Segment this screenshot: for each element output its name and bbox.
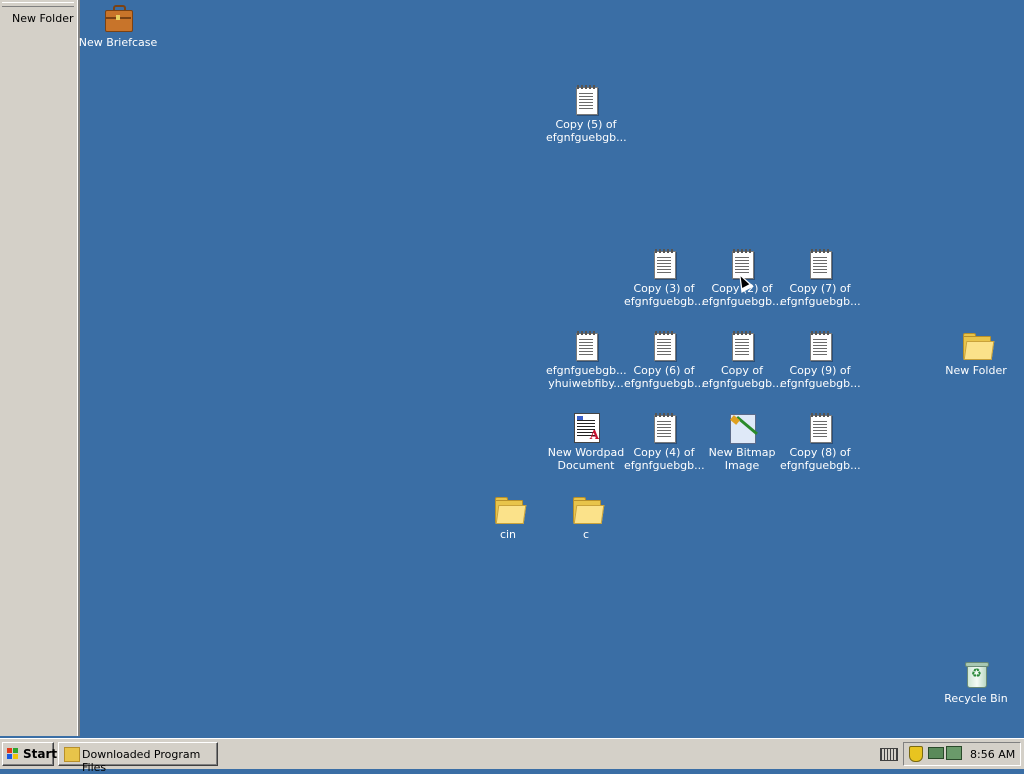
desktop-icon-folder-cin[interactable]: cin xyxy=(468,494,548,541)
desktop-icon-copy-4[interactable]: Copy (4) of efgnfguebgb... xyxy=(624,412,705,472)
folder-icon xyxy=(570,494,605,526)
icon-label: Copy (4) of efgnfguebgb... xyxy=(624,446,705,472)
panel-title: New Folder xyxy=(12,12,74,25)
text-document-icon xyxy=(648,412,680,444)
icon-label: Copy (7) of efgnfguebgb... xyxy=(780,282,861,308)
desktop-icon-copy-6[interactable]: Copy (6) of efgnfguebgb... xyxy=(624,330,705,390)
desktop[interactable]: New Folder New Briefcase Copy (5) of efg… xyxy=(0,0,1024,738)
wordpad-document-icon: A xyxy=(570,412,602,444)
panel-grip[interactable] xyxy=(2,2,74,7)
text-document-icon xyxy=(804,330,836,362)
desktop-icon-copy-3[interactable]: Copy (3) of efgnfguebgb... xyxy=(624,248,705,308)
icon-label: Copy (3) of efgnfguebgb... xyxy=(624,282,705,308)
icon-label: New Wordpad Document xyxy=(547,446,625,472)
icon-label: Copy (5) of efgnfguebgb... xyxy=(546,118,627,144)
icon-label: efgnfguebgb... yhuiwebfiby... xyxy=(546,364,627,390)
icon-label: New Folder xyxy=(945,364,1007,377)
windows-logo-icon xyxy=(7,748,19,760)
icon-label: New Bitmap Image xyxy=(708,446,776,472)
text-document-icon xyxy=(648,248,680,280)
folder-icon xyxy=(492,494,527,526)
icon-label: Copy (9) of efgnfguebgb... xyxy=(780,364,861,390)
icon-label: Copy of efgnfguebgb... xyxy=(702,364,783,390)
text-document-icon xyxy=(804,412,836,444)
icon-label: c xyxy=(582,528,590,541)
taskbar: Start Downloaded Program Files 8:56 AM xyxy=(0,738,1024,774)
desktop-icon-new-folder[interactable]: New Folder xyxy=(936,330,1016,377)
bitmap-image-icon xyxy=(726,412,758,444)
folder-side-panel: New Folder xyxy=(0,0,80,736)
network-icon[interactable] xyxy=(928,747,944,759)
icon-label: Copy (6) of efgnfguebgb... xyxy=(624,364,705,390)
desktop-icon-copy-9[interactable]: Copy (9) of efgnfguebgb... xyxy=(780,330,861,390)
desktop-icon-efgnfguebgb[interactable]: efgnfguebgb... yhuiwebfiby... xyxy=(546,330,627,390)
icon-label: New Briefcase xyxy=(78,36,158,49)
text-document-icon xyxy=(648,330,680,362)
text-document-icon xyxy=(726,330,758,362)
desktop-icon-new-briefcase[interactable]: New Briefcase xyxy=(78,2,158,49)
briefcase-icon xyxy=(102,2,134,34)
desktop-icon-copy-5[interactable]: Copy (5) of efgnfguebgb... xyxy=(546,84,627,144)
recycle-bin-icon: ♻ xyxy=(960,658,992,690)
network-connection-icon[interactable] xyxy=(946,746,962,760)
desktop-icon-wordpad-document[interactable]: A New Wordpad Document xyxy=(546,412,626,472)
system-tray: 8:56 AM xyxy=(903,742,1021,766)
taskbar-button-downloaded-program-files[interactable]: Downloaded Program Files xyxy=(58,742,218,774)
keyboard-icon[interactable] xyxy=(880,748,898,761)
icon-label: Copy (8) of efgnfguebgb... xyxy=(780,446,861,472)
text-document-icon xyxy=(570,84,602,116)
clock[interactable]: 8:56 AM xyxy=(970,748,1015,761)
desktop-icon-copy-of[interactable]: Copy of efgnfguebgb... xyxy=(702,330,783,390)
security-shield-icon[interactable] xyxy=(909,746,923,762)
desktop-icon-bitmap-image[interactable]: New Bitmap Image xyxy=(702,412,782,472)
start-label: Start xyxy=(23,747,58,761)
desktop-icon-folder-c[interactable]: c xyxy=(546,494,626,541)
start-button[interactable]: Start xyxy=(2,742,58,766)
text-document-icon xyxy=(570,330,602,362)
icon-label: Recycle Bin xyxy=(944,692,1008,705)
desktop-icon-copy-8[interactable]: Copy (8) of efgnfguebgb... xyxy=(780,412,861,472)
text-document-icon xyxy=(804,248,836,280)
folder-icon xyxy=(960,330,995,362)
task-button-label: Downloaded Program Files xyxy=(82,748,201,774)
icon-label: cin xyxy=(499,528,517,541)
folder-icon xyxy=(64,747,80,762)
desktop-icon-copy-7[interactable]: Copy (7) of efgnfguebgb... xyxy=(780,248,861,308)
desktop-icon-recycle-bin[interactable]: ♻ Recycle Bin xyxy=(936,658,1016,705)
